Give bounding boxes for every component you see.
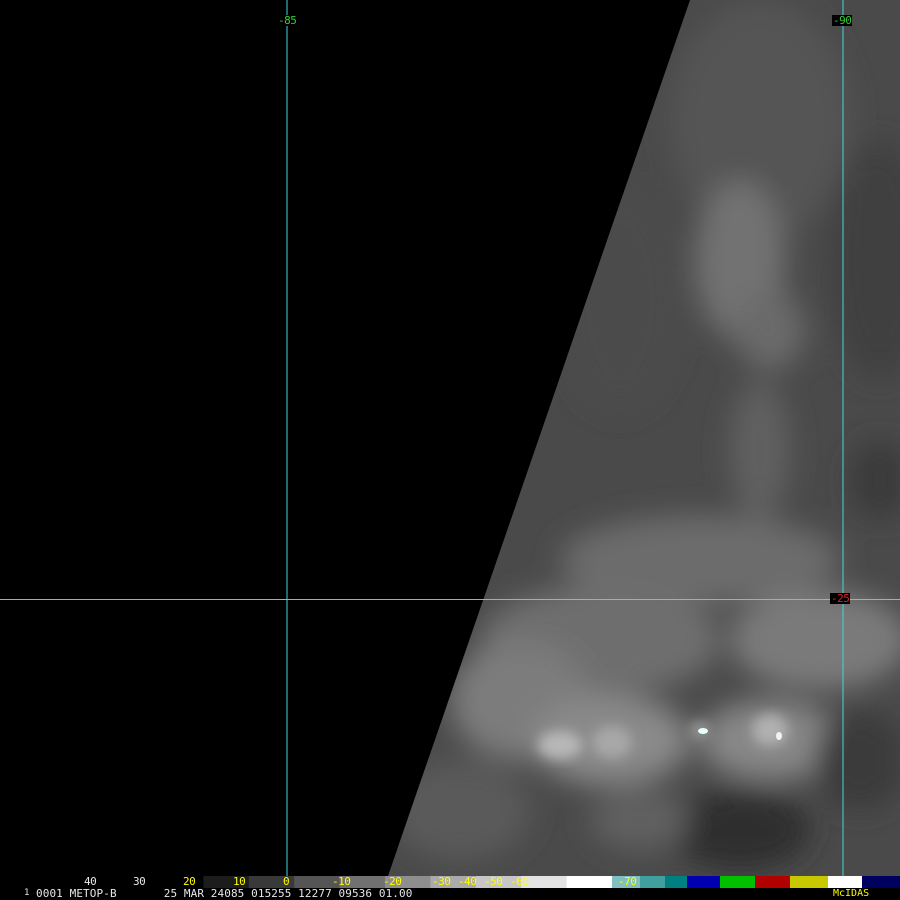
scale-tick-label: -50 (484, 875, 503, 888)
scale-tick-label: -70 (618, 875, 637, 888)
image-info-line: 0001 METOP-B 25 MAR 24085 015255 12277 0… (36, 887, 413, 900)
scale-tick-label: 10 (233, 875, 246, 888)
scale-tick-label: -20 (383, 875, 402, 888)
scale-tick-label: -40 (458, 875, 477, 888)
latitude-label: -25 (830, 592, 851, 605)
color-scale-segment (566, 876, 613, 888)
scale-tick-label: -30 (432, 875, 451, 888)
color-scale-segment (665, 876, 687, 888)
longitude-label: -90 (832, 14, 853, 27)
software-label: McIDAS (833, 888, 870, 899)
infrared-satellite-image (0, 0, 900, 876)
scale-tick-label: -10 (332, 875, 351, 888)
scale-tick-label: 30 (133, 875, 146, 888)
scale-tick-label: 20 (183, 875, 196, 888)
frame-number: 1 (24, 888, 30, 898)
satellite-image-viewer: -85 -90 -25 (0, 0, 900, 900)
color-scale-segment (828, 876, 862, 888)
color-scale-segment (687, 876, 720, 888)
longitude-label: -85 (277, 14, 298, 27)
color-scale-segment (755, 876, 790, 888)
color-scale-segment (790, 876, 828, 888)
temperature-scale-bar: 40 30 20 10 0 -10 -20 -30 -40 -50 -60 -70 1 0001 ME… (0, 876, 900, 900)
color-scale-segment (862, 876, 900, 888)
scale-tick-label: 40 (84, 875, 97, 888)
color-scale-segment (720, 876, 755, 888)
scale-tick-label: -60 (510, 875, 529, 888)
scale-tick-label: 0 (283, 875, 290, 888)
color-scale-segment (640, 876, 665, 888)
